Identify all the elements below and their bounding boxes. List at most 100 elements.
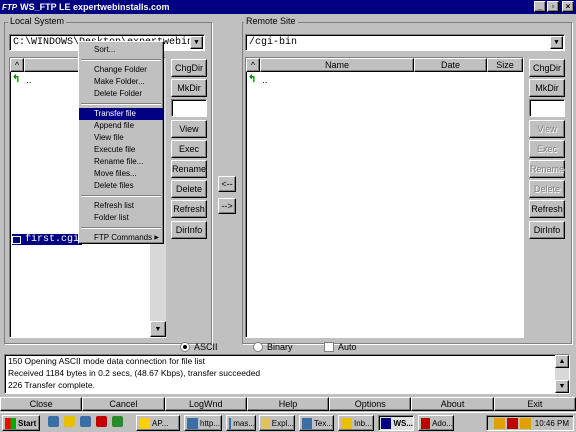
remote-refresh-button[interactable]: Refresh xyxy=(529,200,565,219)
local-blank-field[interactable] xyxy=(171,99,207,118)
taskbar-item-label: AP... xyxy=(152,418,169,428)
taskbar-item[interactable]: mas... xyxy=(226,415,256,431)
local-mkdir-button[interactable]: MkDir xyxy=(171,79,207,98)
remote-delete-button[interactable]: Delete xyxy=(529,180,565,199)
radio-icon xyxy=(180,342,190,352)
remote-mkdir-button[interactable]: MkDir xyxy=(529,79,565,98)
menu-item-rename-file[interactable]: Rename file... xyxy=(79,156,163,168)
menu-item-execute-file[interactable]: Execute file xyxy=(79,144,163,156)
remote-chgdir-button[interactable]: ChgDir xyxy=(529,59,565,77)
remote-rename-button[interactable]: Rename xyxy=(529,160,565,178)
remote-dirinfo-button[interactable]: DirInfo xyxy=(529,220,565,239)
ie-icon[interactable] xyxy=(48,416,59,427)
local-refresh-button[interactable]: Refresh xyxy=(171,200,207,219)
scroll-down-button[interactable]: ▼ xyxy=(555,380,569,393)
remote-path-dropdown[interactable]: /cgi-bin ▼ xyxy=(245,34,565,51)
submenu-arrow-icon: ▶ xyxy=(154,235,159,241)
remote-file-list[interactable]: ^ Name Date Size ↰ .. xyxy=(245,57,524,338)
menu-item-delete-folder[interactable]: Delete Folder xyxy=(79,88,163,100)
taskbar-item[interactable]: Ado... xyxy=(418,415,454,431)
speaker-icon[interactable] xyxy=(493,417,505,429)
app-icon[interactable] xyxy=(112,416,123,427)
remote-blank-field[interactable] xyxy=(529,99,565,118)
chevron-down-icon[interactable]: ▼ xyxy=(190,36,203,49)
tray-icon[interactable] xyxy=(519,417,531,429)
taskbar-item[interactable]: WS... xyxy=(378,415,414,431)
taskbar-item[interactable]: AP... xyxy=(136,415,180,431)
taskbar-item[interactable]: Tex... xyxy=(299,415,334,431)
local-system-label: Local System xyxy=(8,16,67,26)
up-folder-icon: ↰ xyxy=(12,74,21,85)
file-name: first.cgi xyxy=(25,234,80,245)
menu-item-make-folder[interactable]: Make Folder... xyxy=(79,76,163,88)
list-item[interactable]: ↰ .. xyxy=(12,74,31,85)
menu-item-view-file[interactable]: View file xyxy=(79,132,163,144)
local-exec-button[interactable]: Exec xyxy=(171,139,207,158)
binary-radio[interactable]: Binary xyxy=(253,342,293,352)
scroll-down-button[interactable]: ▼ xyxy=(150,321,166,337)
list-item-selected[interactable]: first.cgi xyxy=(12,234,83,245)
menu-item-move-files[interactable]: Move files... xyxy=(79,168,163,180)
exit-button[interactable]: Exit xyxy=(493,397,576,411)
menu-separator xyxy=(81,59,161,61)
remote-name-header[interactable]: Name xyxy=(260,58,414,72)
about-button[interactable]: About xyxy=(411,397,494,411)
remote-exec-button[interactable]: Exec xyxy=(529,139,565,158)
taskbar-item-label: Ado... xyxy=(432,418,453,428)
list-item[interactable]: ↰ .. xyxy=(248,74,267,85)
binary-label: Binary xyxy=(267,342,293,352)
tray-icon[interactable] xyxy=(506,417,518,429)
menu-item-delete-files[interactable]: Delete files xyxy=(79,180,163,192)
desktop-icon[interactable] xyxy=(80,416,91,427)
menu-item-transfer-file[interactable]: Transfer file xyxy=(79,108,163,120)
outlook-icon[interactable] xyxy=(64,416,75,427)
taskbar-item-label: mas... xyxy=(233,418,255,428)
menu-separator xyxy=(81,195,161,197)
menu-item-refresh-list[interactable]: Refresh list xyxy=(79,200,163,212)
local-dirinfo-button[interactable]: DirInfo xyxy=(171,220,207,239)
system-tray: 10:46 PM xyxy=(486,415,574,431)
taskbar-item[interactable]: Expl... xyxy=(259,415,295,431)
local-delete-button[interactable]: Delete xyxy=(171,180,207,199)
ascii-radio[interactable]: ASCII xyxy=(180,342,218,352)
remote-size-header[interactable]: Size xyxy=(487,58,523,72)
local-sort-header[interactable]: ^ xyxy=(10,58,24,72)
remote-site-label: Remote Site xyxy=(244,16,298,26)
auto-checkbox[interactable]: Auto xyxy=(324,342,357,352)
task-app-icon xyxy=(229,417,232,429)
remote-date-header[interactable]: Date xyxy=(414,58,487,72)
menu-item-sort[interactable]: Sort... xyxy=(79,44,163,56)
remote-path-value: /cgi-bin xyxy=(249,37,298,48)
logwnd-button[interactable]: LogWnd xyxy=(164,397,247,411)
chevron-down-icon[interactable]: ▼ xyxy=(550,36,563,49)
taskbar-item[interactable]: http... xyxy=(184,415,222,431)
log-panel[interactable]: 150 Opening ASCII mode data connection f… xyxy=(4,354,570,394)
menu-item-append-file[interactable]: Append file xyxy=(79,120,163,132)
local-view-button[interactable]: View xyxy=(171,119,207,138)
log-scrollbar[interactable]: ▲ ▼ xyxy=(555,355,569,393)
scroll-up-button[interactable]: ▲ xyxy=(555,355,569,368)
menu-item-ftp-commands[interactable]: FTP Commands ▶ xyxy=(79,232,163,244)
transfer-to-local-button[interactable]: <-- xyxy=(218,176,236,192)
channel-icon[interactable] xyxy=(96,416,107,427)
cancel-button[interactable]: Cancel xyxy=(82,397,165,411)
local-chgdir-button[interactable]: ChgDir xyxy=(171,59,207,77)
start-button[interactable]: Start xyxy=(2,415,40,431)
log-line: Received 1184 bytes in 0.2 secs, (48.67 … xyxy=(8,368,261,378)
options-button[interactable]: Options xyxy=(329,397,412,411)
menu-item-change-folder[interactable]: Change Folder xyxy=(79,64,163,76)
maximize-button[interactable]: ▫ xyxy=(547,1,559,12)
minimize-button[interactable]: _ xyxy=(534,1,546,12)
help-button[interactable]: Help xyxy=(246,397,330,411)
taskbar-item[interactable]: Inb... xyxy=(338,415,374,431)
menu-item-folder-list[interactable]: Folder list xyxy=(79,212,163,224)
remote-view-button[interactable]: View xyxy=(529,119,565,138)
task-app-icon xyxy=(139,417,150,429)
close-button[interactable]: Close xyxy=(0,397,83,411)
checkbox-icon xyxy=(324,342,334,352)
close-window-button[interactable]: × xyxy=(562,1,574,12)
local-rename-button[interactable]: Rename xyxy=(171,160,207,178)
remote-sort-header[interactable]: ^ xyxy=(246,58,260,72)
up-folder-label: .. xyxy=(262,74,268,85)
transfer-to-remote-button[interactable]: --> xyxy=(218,198,236,214)
